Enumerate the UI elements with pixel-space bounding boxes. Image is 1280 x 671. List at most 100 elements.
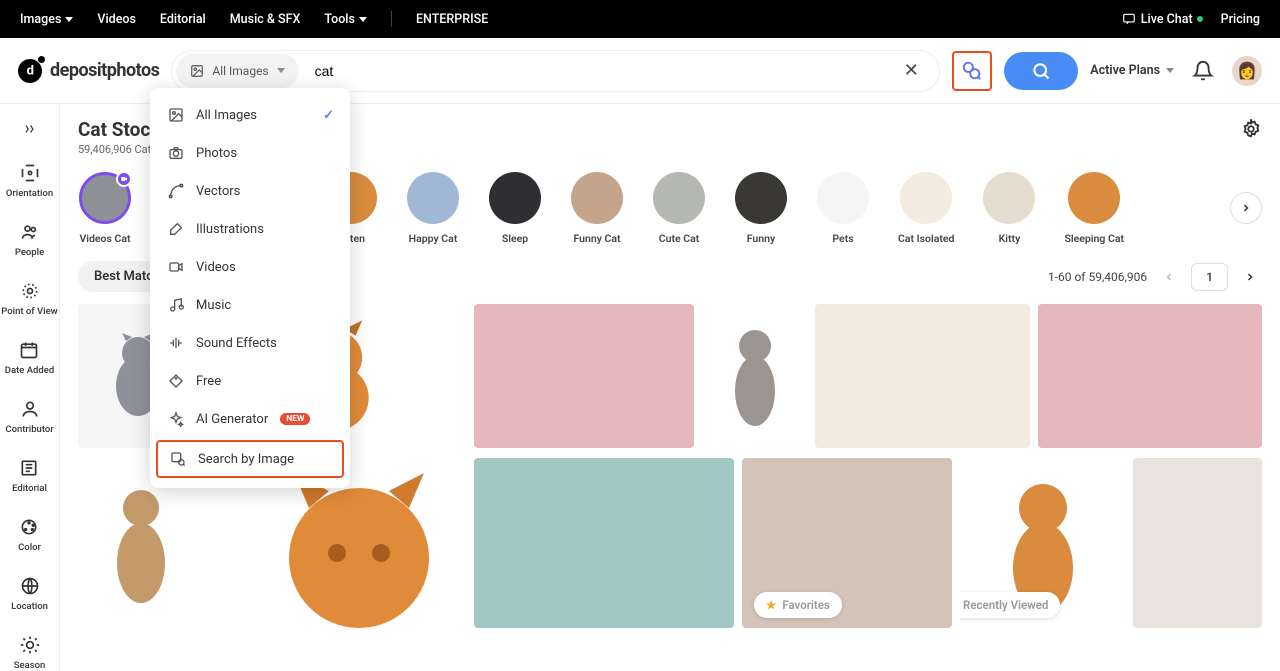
chip-kitty[interactable]: Kitty [982,172,1036,245]
camera-icon [168,145,184,161]
chip-label: Funny Cat [573,232,620,245]
filter-sidebar: Orientation People Point of View Date Ad… [0,104,60,671]
clear-search-button[interactable]: ✕ [897,57,925,85]
nav-editorial-label: Editorial [160,12,206,27]
bell-icon [1192,60,1214,82]
gear-icon [1240,118,1262,140]
chip-label: Happy Cat [409,232,458,245]
sidebar-contributor[interactable]: Contributor [5,398,53,435]
pager-current[interactable]: 1 [1191,263,1228,291]
dd-label: Videos [196,260,236,275]
sidebar-people[interactable]: People [15,221,44,258]
nav-tools-label: Tools [324,12,355,27]
nav-tools[interactable]: Tools [324,12,367,27]
chip-pets[interactable]: Pets [816,172,870,245]
chip-label: Videos Cat [79,232,130,245]
orientation-icon [20,163,40,183]
sidebar-date[interactable]: Date Added [5,339,54,376]
dd-photos[interactable]: Photos [150,134,350,172]
thumbnail[interactable] [1038,304,1262,448]
nav-videos[interactable]: Videos [97,12,136,27]
nav-editorial[interactable]: Editorial [160,12,206,27]
sidebar-pov[interactable]: Point of View [1,280,57,317]
logo[interactable]: d depositphotos [18,59,159,83]
pager-prev[interactable] [1157,265,1181,289]
dd-music[interactable]: Music [150,286,350,324]
calendar-icon [19,340,39,360]
live-chat-button[interactable]: Live Chat [1121,12,1203,27]
news-icon [19,458,39,478]
active-plans-menu[interactable]: Active Plans [1090,63,1174,78]
nav-enterprise[interactable]: ENTERPRISE [416,12,488,27]
nav-images-label: Images [20,12,61,27]
separator [391,11,392,27]
visual-search-button[interactable] [952,51,992,91]
thumbnail[interactable] [1133,458,1262,628]
chip-cute-cat[interactable]: Cute Cat [652,172,706,245]
tag-icon [168,373,184,389]
dd-all-images[interactable]: All Images✓ [150,96,350,134]
nav-music-label: Music & SFX [230,12,301,27]
top-nav-left: Images Videos Editorial Music & SFX Tool… [20,11,488,27]
search-type-dropdown: All Images✓ Photos Vectors Illustrations… [150,88,350,488]
user-icon [20,399,40,419]
chip-label: Funny [747,232,775,245]
chip-cat-isolated[interactable]: Cat Isolated [898,172,954,245]
view-settings-button[interactable] [1240,118,1262,140]
search-type-selector[interactable]: All Images [176,54,298,88]
chip-label: Kitty [999,232,1021,245]
chevron-down-icon [359,17,367,22]
dd-label: Photos [196,146,237,161]
chip-videos-cat[interactable]: Videos Cat [78,172,132,245]
thumbnail[interactable]: ★Favorites [742,458,952,628]
logo-text: depositphotos [50,60,159,81]
chip-happy-cat[interactable]: Happy Cat [406,172,460,245]
chips-next-button[interactable] [1230,192,1262,224]
sidebar-color[interactable]: Color [18,516,41,553]
sidebar-season[interactable]: Season [14,634,46,671]
search-type-label: All Images [212,64,268,78]
chat-icon [1121,12,1137,26]
chip-label: Cute Cat [659,232,700,245]
thumbnail[interactable] [702,304,807,448]
dd-search-by-image[interactable]: Search by Image [156,440,344,478]
dd-ai-generator[interactable]: AI GeneratorNEW [150,400,350,438]
sidebar-orientation[interactable]: Orientation [6,162,53,199]
dd-label: Music [196,298,231,313]
notifications-button[interactable] [1192,60,1214,82]
search-input[interactable] [303,63,898,79]
sidebar-label: People [15,247,44,258]
new-badge: NEW [280,413,310,425]
recently-viewed-pill[interactable]: ◉Recently Viewed [960,592,1060,618]
dd-free[interactable]: Free [150,362,350,400]
thumbnail[interactable] [474,304,694,448]
thumbnail[interactable] [815,304,1030,448]
search-button[interactable] [1004,52,1078,90]
nav-images[interactable]: Images [20,12,73,27]
sidebar-expand[interactable] [19,118,41,140]
pagination: 1-60 of 59,406,906 1 [1048,263,1262,291]
nav-music[interactable]: Music & SFX [230,12,301,27]
dd-sound-effects[interactable]: Sound Effects [150,324,350,362]
sidebar-label: Color [18,542,41,553]
favorites-label: Favorites [782,598,830,612]
pager-next[interactable] [1238,265,1262,289]
dd-label: Sound Effects [196,336,277,351]
dd-label: All Images [196,108,257,123]
pricing-link[interactable]: Pricing [1221,12,1260,27]
dd-illustrations[interactable]: Illustrations [150,210,350,248]
chip-sleeping-cat[interactable]: Sleeping Cat [1064,172,1124,245]
chip-funny[interactable]: Funny [734,172,788,245]
user-avatar[interactable]: 👩 [1232,56,1262,86]
thumbnail[interactable]: ◉Recently Viewed [960,458,1125,628]
dd-vectors[interactable]: Vectors [150,172,350,210]
chevron-down-icon [277,68,285,73]
dd-videos[interactable]: Videos [150,248,350,286]
sidebar-location[interactable]: Location [11,575,48,612]
chip-sleep[interactable]: Sleep [488,172,542,245]
chip-funny-cat[interactable]: Funny Cat [570,172,624,245]
sidebar-editorial[interactable]: Editorial [12,457,47,494]
favorites-pill[interactable]: ★Favorites [754,592,842,618]
thumbnail[interactable] [474,458,734,628]
sidebar-label: Orientation [6,188,53,199]
